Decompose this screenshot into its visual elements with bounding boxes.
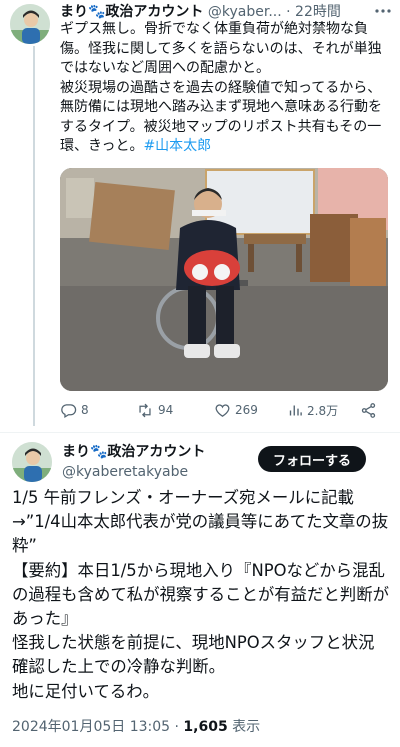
author-name[interactable]: まり🐾政治アカウント (60, 4, 203, 20)
author-handle[interactable]: @kyaberetakyabe (62, 462, 188, 482)
reply-button[interactable]: 8 (60, 400, 89, 420)
like-icon (214, 402, 231, 419)
tweet-text-line: 1/5 午前フレンズ・オーナーズ宛メールに記載→”1/4山本太郎代表が党の議員等… (12, 488, 389, 556)
tweet-text-line: 怪我した状態を前提に、現地NPOスタッフと状況確認した上での冷静な判断。 (12, 633, 375, 677)
like-button[interactable]: 269 (214, 400, 258, 420)
views-icon (288, 403, 303, 418)
avatar[interactable] (10, 4, 50, 44)
tweet-text-line: 【要約】本日1/5から現地入り『NPOなどから混乱の過程も含めて私が視察すること… (12, 560, 389, 629)
post-time[interactable]: 22時間 (295, 4, 341, 20)
divider (0, 432, 400, 433)
main-tweet-text: 1/5 午前フレンズ・オーナーズ宛メールに記載→”1/4山本太郎代表が党の議員等… (12, 486, 390, 704)
photo-image (60, 168, 388, 391)
repost-icon (136, 402, 154, 419)
reply-tweet-text: ギプス無し。骨折でなく体重負荷が絶対禁物な負傷。怪我に関して多くを語らないのは、… (60, 20, 390, 157)
reply-text-line: 被災現場の過酷さを過去の経験値で知ってるから、無防備には現地へ踏み込まず現地へ意… (60, 79, 382, 155)
thread-line (33, 46, 35, 426)
hashtag-link[interactable]: #山本太郎 (143, 138, 211, 154)
author-name[interactable]: まり🐾政治アカウント (62, 442, 205, 462)
separator: · (174, 719, 179, 735)
view-label: 表示 (232, 719, 261, 735)
share-button[interactable] (360, 400, 377, 420)
like-count: 269 (235, 403, 258, 417)
reply-count: 8 (81, 403, 89, 417)
follow-button[interactable]: フォローする (258, 446, 366, 472)
views-button[interactable]: 2.8万 (288, 400, 338, 420)
reply-tweet-header: まり🐾政治アカウント @kyaber... · 22時間 (60, 2, 390, 22)
share-icon (360, 402, 377, 419)
reply-text-line: ギプス無し。骨折でなく体重負荷が絶対禁物な負傷。怪我に関して多くを語らないのは、… (60, 21, 382, 76)
view-count: 1,605 (183, 719, 228, 735)
tweet-text-line: 地に足付いてるわ。 (12, 681, 160, 701)
reply-icon (60, 402, 77, 419)
tweet-meta: 2024年01月05日 13:05 · 1,605 表示 (12, 717, 260, 737)
reply-tweet-actions: 8 94 269 2.8万 (60, 400, 390, 420)
repost-button[interactable]: 94 (136, 400, 173, 420)
tweet-photo[interactable] (60, 168, 388, 391)
post-timestamp[interactable]: 2024年01月05日 13:05 (12, 719, 170, 735)
repost-count: 94 (158, 403, 174, 417)
avatar[interactable] (12, 442, 52, 482)
views-count: 2.8万 (307, 403, 339, 418)
separator: · (286, 4, 291, 20)
author-handle[interactable]: @kyaber... (208, 4, 282, 20)
